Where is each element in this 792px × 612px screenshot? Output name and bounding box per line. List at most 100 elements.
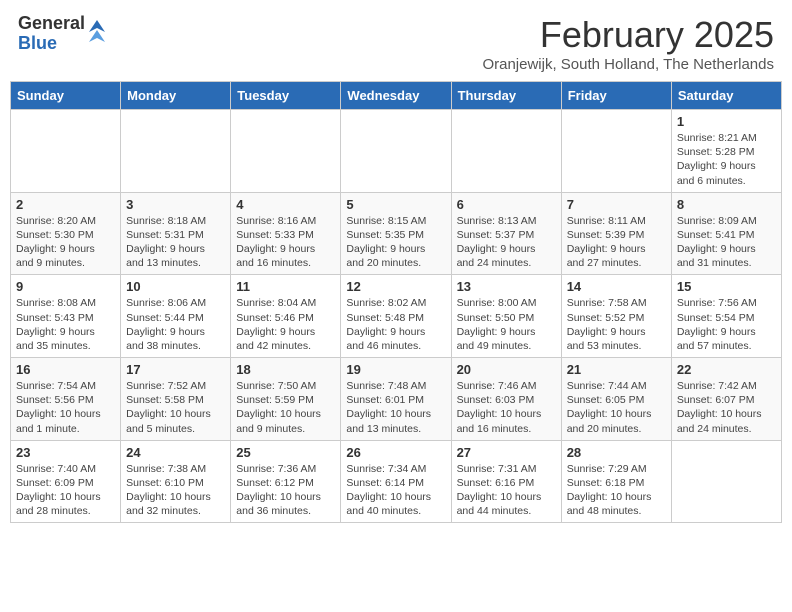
day-cell: 26Sunrise: 7:34 AM Sunset: 6:14 PM Dayli… — [341, 440, 451, 523]
day-detail-text: Sunrise: 7:50 AM Sunset: 5:59 PM Dayligh… — [236, 379, 335, 436]
col-header-thursday: Thursday — [451, 82, 561, 110]
day-number: 21 — [567, 362, 666, 377]
day-number: 27 — [457, 445, 556, 460]
day-detail-text: Sunrise: 7:34 AM Sunset: 6:14 PM Dayligh… — [346, 462, 445, 519]
day-detail-text: Sunrise: 7:46 AM Sunset: 6:03 PM Dayligh… — [457, 379, 556, 436]
day-cell: 27 Sunrise: 7:31 AM Sunset: 6:16 PM Dayli… — [451, 440, 561, 523]
day-cell: 17 Sunrise: 7:52 AM Sunset: 5:58 PM Dayli… — [121, 358, 231, 441]
day-number: 19 — [346, 362, 445, 377]
day-cell: 16 Sunrise: 7:54 AM Sunset: 5:56 PM Dayli… — [11, 358, 121, 441]
day-cell: 12Sunrise: 8:02 AM Sunset: 5:48 PM Dayli… — [341, 275, 451, 358]
day-cell: 2 Sunrise: 8:20 AM Sunset: 5:30 PM Daylig… — [11, 192, 121, 275]
day-cell: 11 Sunrise: 8:04 AM Sunset: 5:46 PM Dayli… — [231, 275, 341, 358]
day-cell: 22 Sunrise: 7:42 AM Sunset: 6:07 PM Dayli… — [671, 358, 781, 441]
day-cell — [11, 110, 121, 193]
day-cell: 3 Sunrise: 8:18 AM Sunset: 5:31 PM Daylig… — [121, 192, 231, 275]
day-detail-text: Sunrise: 8:21 AM Sunset: 5:28 PM Dayligh… — [677, 131, 776, 188]
col-header-sunday: Sunday — [11, 82, 121, 110]
day-cell: 6 Sunrise: 8:13 AM Sunset: 5:37 PM Daylig… — [451, 192, 561, 275]
day-cell: 21 Sunrise: 7:44 AM Sunset: 6:05 PM Dayli… — [561, 358, 671, 441]
week-row-0: 1 Sunrise: 8:21 AM Sunset: 5:28 PM Daylig… — [11, 110, 782, 193]
day-cell: 25 Sunrise: 7:36 AM Sunset: 6:12 PM Dayli… — [231, 440, 341, 523]
logo-icon — [87, 18, 107, 50]
day-number: 11 — [236, 279, 335, 294]
week-row-4: 23Sunrise: 7:40 AM Sunset: 6:09 PM Dayli… — [11, 440, 782, 523]
col-header-saturday: Saturday — [671, 82, 781, 110]
day-detail-text: Sunrise: 8:15 AM Sunset: 5:35 PM Dayligh… — [346, 214, 445, 271]
day-detail-text: Sunrise: 7:54 AM Sunset: 5:56 PM Dayligh… — [16, 379, 115, 436]
day-number: 8 — [677, 197, 776, 212]
day-number: 15 — [677, 279, 776, 294]
day-cell: 19 Sunrise: 7:48 AM Sunset: 6:01 PM Dayli… — [341, 358, 451, 441]
day-cell: 5 Sunrise: 8:15 AM Sunset: 5:35 PM Daylig… — [341, 192, 451, 275]
day-detail-text: Sunrise: 7:29 AM Sunset: 6:18 PM Dayligh… — [567, 462, 666, 519]
day-number: 6 — [457, 197, 556, 212]
location: Oranjewijk, South Holland, The Netherlan… — [482, 56, 774, 73]
day-cell: 20 Sunrise: 7:46 AM Sunset: 6:03 PM Dayli… — [451, 358, 561, 441]
day-number: 23 — [16, 445, 115, 460]
calendar-header: SundayMondayTuesdayWednesdayThursdayFrid… — [11, 82, 782, 110]
day-cell: 9 Sunrise: 8:08 AM Sunset: 5:43 PM Daylig… — [11, 275, 121, 358]
day-number: 17 — [126, 362, 225, 377]
day-detail-text: Sunrise: 8:16 AM Sunset: 5:33 PM Dayligh… — [236, 214, 335, 271]
month-year: February 2025 — [482, 14, 774, 56]
day-number: 5 — [346, 197, 445, 212]
day-cell: 15 Sunrise: 7:56 AM Sunset: 5:54 PM Dayli… — [671, 275, 781, 358]
day-cell: 1 Sunrise: 8:21 AM Sunset: 5:28 PM Daylig… — [671, 110, 781, 193]
day-detail-text: Sunrise: 8:06 AM Sunset: 5:44 PM Dayligh… — [126, 296, 225, 353]
day-number: 25 — [236, 445, 335, 460]
day-detail-text: Sunrise: 7:56 AM Sunset: 5:54 PM Dayligh… — [677, 296, 776, 353]
day-cell — [451, 110, 561, 193]
day-number: 4 — [236, 197, 335, 212]
day-cell: 7 Sunrise: 8:11 AM Sunset: 5:39 PM Daylig… — [561, 192, 671, 275]
day-cell: 14Sunrise: 7:58 AM Sunset: 5:52 PM Dayli… — [561, 275, 671, 358]
day-cell: 28 Sunrise: 7:29 AM Sunset: 6:18 PM Dayli… — [561, 440, 671, 523]
day-cell: 23Sunrise: 7:40 AM Sunset: 6:09 PM Dayli… — [11, 440, 121, 523]
day-number: 16 — [16, 362, 115, 377]
logo: General Blue — [18, 14, 107, 54]
day-detail-text: Sunrise: 7:42 AM Sunset: 6:07 PM Dayligh… — [677, 379, 776, 436]
day-cell: 10 Sunrise: 8:06 AM Sunset: 5:44 PM Dayli… — [121, 275, 231, 358]
day-cell — [341, 110, 451, 193]
day-number: 20 — [457, 362, 556, 377]
day-detail-text: Sunrise: 7:58 AM Sunset: 5:52 PM Dayligh… — [567, 296, 666, 353]
day-detail-text: Sunrise: 7:31 AM Sunset: 6:16 PM Dayligh… — [457, 462, 556, 519]
day-detail-text: Sunrise: 8:04 AM Sunset: 5:46 PM Dayligh… — [236, 296, 335, 353]
day-detail-text: Sunrise: 8:13 AM Sunset: 5:37 PM Dayligh… — [457, 214, 556, 271]
logo-blue-text: Blue — [18, 34, 85, 54]
day-number: 9 — [16, 279, 115, 294]
day-number: 22 — [677, 362, 776, 377]
week-row-2: 9 Sunrise: 8:08 AM Sunset: 5:43 PM Daylig… — [11, 275, 782, 358]
week-row-3: 16 Sunrise: 7:54 AM Sunset: 5:56 PM Dayli… — [11, 358, 782, 441]
logo-general-text: General — [18, 14, 85, 34]
day-cell: 18Sunrise: 7:50 AM Sunset: 5:59 PM Dayli… — [231, 358, 341, 441]
day-number: 28 — [567, 445, 666, 460]
day-number: 7 — [567, 197, 666, 212]
day-detail-text: Sunrise: 7:36 AM Sunset: 6:12 PM Dayligh… — [236, 462, 335, 519]
day-cell — [671, 440, 781, 523]
col-header-friday: Friday — [561, 82, 671, 110]
day-detail-text: Sunrise: 8:08 AM Sunset: 5:43 PM Dayligh… — [16, 296, 115, 353]
day-detail-text: Sunrise: 8:09 AM Sunset: 5:41 PM Dayligh… — [677, 214, 776, 271]
day-number: 13 — [457, 279, 556, 294]
day-number: 2 — [16, 197, 115, 212]
day-detail-text: Sunrise: 8:02 AM Sunset: 5:48 PM Dayligh… — [346, 296, 445, 353]
day-detail-text: Sunrise: 8:20 AM Sunset: 5:30 PM Dayligh… — [16, 214, 115, 271]
day-number: 10 — [126, 279, 225, 294]
col-header-tuesday: Tuesday — [231, 82, 341, 110]
day-cell — [121, 110, 231, 193]
day-detail-text: Sunrise: 7:48 AM Sunset: 6:01 PM Dayligh… — [346, 379, 445, 436]
col-header-wednesday: Wednesday — [341, 82, 451, 110]
day-detail-text: Sunrise: 8:11 AM Sunset: 5:39 PM Dayligh… — [567, 214, 666, 271]
day-number: 24 — [126, 445, 225, 460]
calendar-table: SundayMondayTuesdayWednesdayThursdayFrid… — [10, 81, 782, 523]
day-detail-text: Sunrise: 7:52 AM Sunset: 5:58 PM Dayligh… — [126, 379, 225, 436]
day-cell — [561, 110, 671, 193]
day-number: 1 — [677, 114, 776, 129]
day-detail-text: Sunrise: 8:00 AM Sunset: 5:50 PM Dayligh… — [457, 296, 556, 353]
week-row-1: 2 Sunrise: 8:20 AM Sunset: 5:30 PM Daylig… — [11, 192, 782, 275]
col-header-monday: Monday — [121, 82, 231, 110]
day-number: 3 — [126, 197, 225, 212]
day-detail-text: Sunrise: 7:44 AM Sunset: 6:05 PM Dayligh… — [567, 379, 666, 436]
day-detail-text: Sunrise: 8:18 AM Sunset: 5:31 PM Dayligh… — [126, 214, 225, 271]
